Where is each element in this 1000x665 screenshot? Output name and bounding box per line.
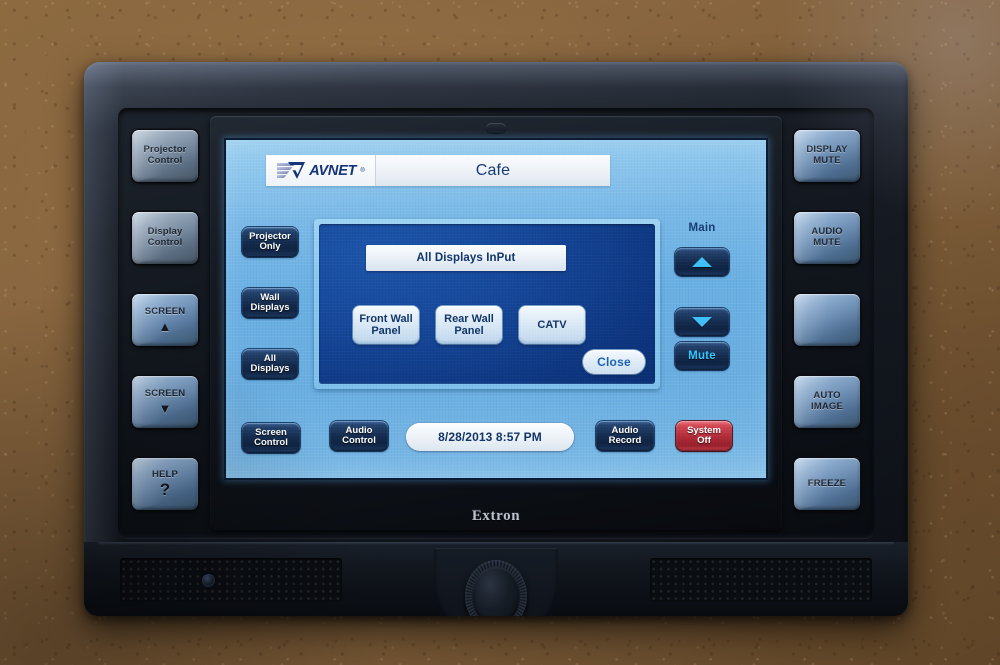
button-label-line2: Control [147,155,183,166]
button-label-line2: Control [147,237,183,248]
close-button[interactable]: Close [583,350,645,374]
room-title: Cafe [475,161,511,179]
mute-button[interactable]: Mute [675,342,729,370]
button-label-line2: Displays [250,363,290,374]
button-label-line1: SCREEN [144,388,186,400]
knob-recess [434,548,558,616]
button-label-line2: Panel [454,325,484,337]
question-mark-icon: ? [159,480,171,500]
speaker-grille-left [120,558,342,602]
button-label-line1: CATV [537,318,567,331]
button-label-line2: Off [697,435,711,446]
button-label-line2: Control [342,435,376,446]
inner-faceplate: Projector Control Display Control SCREEN… [118,108,874,538]
volume-up-button[interactable] [675,248,729,276]
button-label-line2: MUTE [813,237,841,248]
hard-button-blank[interactable] [794,294,860,346]
soft-button-all-displays[interactable]: All Displays [242,349,298,379]
soft-button-audio-record[interactable]: Audio Record [596,421,654,451]
triangle-down-icon [692,317,712,327]
avnet-swoosh-icon [277,162,306,179]
triangle-up-icon [692,257,712,267]
source-button-catv[interactable]: CATV [519,306,585,344]
button-label-line2: Record [608,435,642,446]
hard-button-audio-mute[interactable]: AUDIO MUTE [794,212,860,264]
screen-housing: AVNET ® Cafe Projector Only Wall Display [210,116,782,530]
triangle-down-icon: ▼ [158,400,172,416]
source-button-rear-wall-panel[interactable]: Rear Wall Panel [436,306,502,344]
hard-button-freeze[interactable]: FREEZE [794,458,860,510]
hard-button-display-control[interactable]: Display Control [132,212,198,264]
hard-button-help[interactable]: HELP ? [132,458,198,510]
touchscreen-display[interactable]: AVNET ® Cafe Projector Only Wall Display [226,140,766,478]
button-label-line2: Displays [250,302,290,313]
lower-deck-edge [98,542,894,545]
volume-knob[interactable] [465,560,527,616]
soft-button-projector-only[interactable]: Projector Only [242,227,298,257]
logo-cell: AVNET ® [266,155,376,186]
registered-mark-icon: ® [360,167,365,174]
wall-background: Projector Control Display Control SCREEN… [0,0,1000,665]
ir-sensor-icon [486,123,506,133]
button-label-line2: MUTE [813,155,841,166]
hard-button-auto-image[interactable]: AUTO IMAGE [794,376,860,428]
button-label-line1: HELP [152,468,178,480]
dialog-body: All Displays InPut Front Wall Panel Rear… [319,224,655,384]
touch-panel-frame: Projector Control Display Control SCREEN… [84,62,908,616]
right-button-column: DISPLAY MUTE AUDIO MUTE AUTO IMAGE FREEZ… [788,120,866,524]
button-label-line2: Panel [371,325,401,337]
hard-button-screen-down[interactable]: SCREEN ▼ [132,376,198,428]
knob-face [472,567,520,616]
screen-title-bar: AVNET ® Cafe [266,155,610,186]
dialog-header-label: All Displays InPut [366,245,566,271]
system-off-button[interactable]: System Off [676,421,732,451]
extron-brand-label: Extron [471,508,521,524]
avnet-logo: AVNET ® [276,161,365,180]
volume-down-button[interactable] [675,308,729,336]
status-led-icon [202,574,215,587]
soft-button-wall-displays[interactable]: Wall Displays [242,288,298,318]
button-label-line2: Control [254,437,288,448]
button-label-line1: SCREEN [144,306,186,318]
soft-button-screen-control[interactable]: Screen Control [242,423,300,453]
soft-button-audio-control[interactable]: Audio Control [330,421,388,451]
lower-deck [84,542,908,616]
button-label-line2: Only [259,241,281,252]
main-volume-label: Main [688,222,716,234]
button-label-line2: IMAGE [811,401,843,412]
triangle-up-icon: ▲ [158,318,172,334]
left-button-column: Projector Control Display Control SCREEN… [126,120,204,524]
source-button-front-wall-panel[interactable]: Front Wall Panel [353,306,419,344]
hard-button-display-mute[interactable]: DISPLAY MUTE [794,130,860,182]
button-label-line1: Front Wall [359,312,413,325]
speaker-grille-right [650,558,872,602]
hard-button-screen-up[interactable]: SCREEN ▲ [132,294,198,346]
hard-button-projector-control[interactable]: Projector Control [132,130,198,182]
button-label-line1: Rear Wall [444,312,494,325]
avnet-wordmark: AVNET [309,162,357,179]
input-selection-dialog: All Displays InPut Front Wall Panel Rear… [314,219,660,389]
datetime-display: 8/28/2013 8:57 PM [406,423,574,451]
button-label-line1: FREEZE [807,477,847,489]
